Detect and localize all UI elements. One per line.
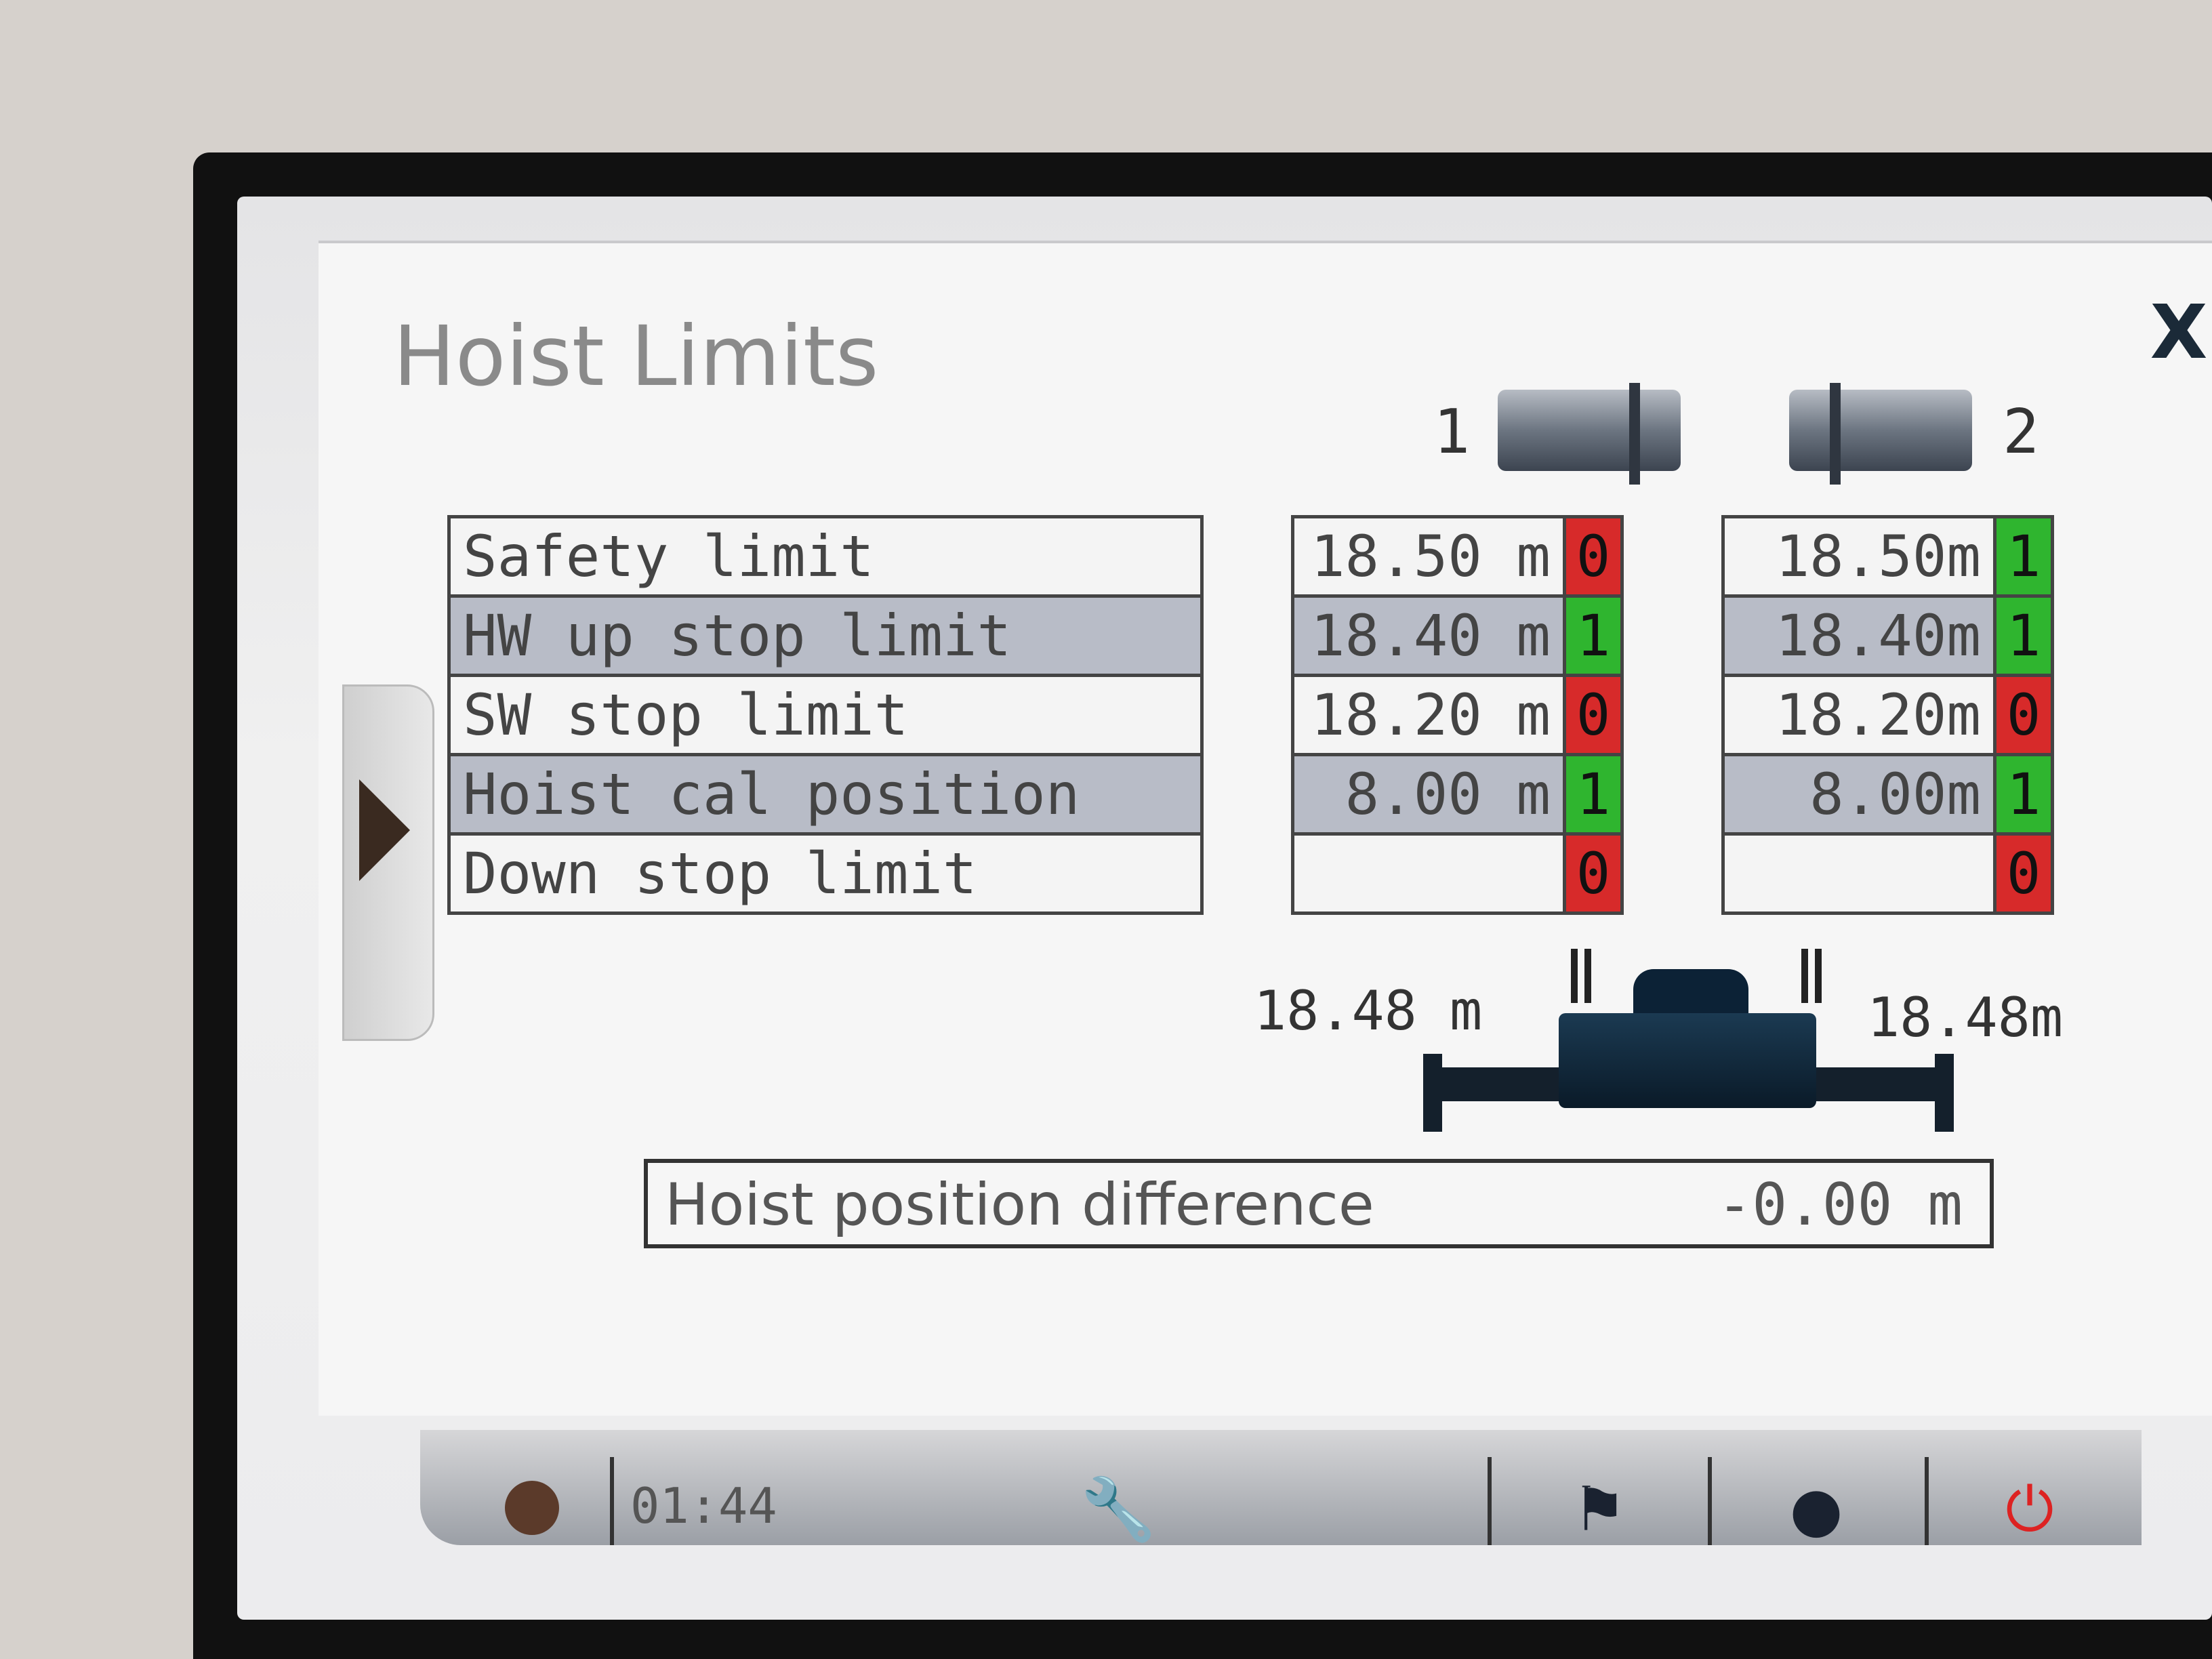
hoist-1-rope-marker [1584, 949, 1591, 1003]
limit-state: 1 [1563, 753, 1624, 836]
status-divider [1925, 1457, 1929, 1545]
user-icon[interactable]: ● [1776, 1474, 1857, 1545]
limit-name: Safety limit [447, 515, 1204, 598]
table-row: Down stop limit [447, 832, 1204, 915]
table-row: 0 [1721, 832, 2054, 915]
headblock-top [1633, 969, 1748, 1020]
power-icon[interactable]: ⏻ [1989, 1474, 2070, 1546]
wrench-icon[interactable]: 🔧 [1078, 1474, 1159, 1545]
limit-state: 1 [1563, 594, 1624, 677]
spreader-right-end [1935, 1054, 1954, 1132]
hoist-1-position: 18.48 m [1254, 979, 1483, 1042]
table-row: 18.20 m 0 [1291, 674, 1624, 756]
hoist-1-limits-table: 18.50 m 0 18.40 m 1 18.20 m 0 8.00 m 1 0 [1291, 515, 1624, 915]
hoist-1-label: 1 [1433, 396, 1471, 468]
limit-value: 18.40 m [1291, 594, 1566, 677]
limit-name: Hoist cal position [447, 753, 1204, 836]
limit-value: 18.50 m [1291, 515, 1566, 598]
limit-state: 1 [1993, 594, 2054, 677]
limit-value: 18.40m [1721, 594, 1996, 677]
page-title: Hoist Limits [393, 308, 879, 405]
limit-state: 0 [1563, 515, 1624, 598]
limit-value: 8.00m [1721, 753, 1996, 836]
limit-value: 18.20m [1721, 674, 1996, 756]
limit-state: 0 [1563, 674, 1624, 756]
table-row: Hoist cal position [447, 753, 1204, 836]
spreader-left-end [1423, 1054, 1442, 1132]
table-row: 18.40m 1 [1721, 594, 2054, 677]
status-divider [1708, 1457, 1712, 1545]
hoist-2-label: 2 [2003, 396, 2040, 468]
table-row: 18.50m 1 [1721, 515, 2054, 598]
hoist-1-drum-icon [1498, 383, 1681, 485]
limit-name: Down stop limit [447, 832, 1204, 915]
hoist-2-rope-marker [1815, 949, 1822, 1003]
table-row: 18.50 m 0 [1291, 515, 1624, 598]
table-row: 8.00m 1 [1721, 753, 2054, 836]
expand-arrow-icon[interactable] [359, 779, 410, 881]
hoist-2-drum-icon [1789, 383, 1972, 485]
hoist-1-rope-marker [1571, 949, 1578, 1003]
limit-value [1721, 832, 1996, 915]
difference-value: -0.00 m [1717, 1171, 1963, 1239]
limit-names-table: Safety limit HW up stop limit SW stop li… [447, 515, 1204, 915]
limit-value [1291, 832, 1566, 915]
status-indicator-icon [505, 1481, 559, 1535]
limit-state: 0 [1993, 832, 2054, 915]
limit-state: 0 [1563, 832, 1624, 915]
table-row: 8.00 m 1 [1291, 753, 1624, 836]
status-time: 01:44 [630, 1477, 777, 1534]
table-row: Safety limit [447, 515, 1204, 598]
spreader-icon [1559, 1013, 1816, 1108]
limit-value: 18.20 m [1291, 674, 1566, 756]
limit-state: 0 [1993, 674, 2054, 756]
close-button[interactable]: X [2148, 291, 2209, 373]
difference-label: Hoist position difference [665, 1171, 1374, 1239]
table-row: SW stop limit [447, 674, 1204, 756]
table-row: 0 [1291, 832, 1624, 915]
hoist-2-limits-table: 18.50m 1 18.40m 1 18.20m 0 8.00m 1 0 [1721, 515, 2054, 915]
limit-name: HW up stop limit [447, 594, 1204, 677]
status-divider [1488, 1457, 1492, 1545]
flag-icon[interactable]: ⚑ [1559, 1474, 1640, 1545]
limit-state: 1 [1993, 515, 2054, 598]
limit-name: SW stop limit [447, 674, 1204, 756]
hoist-position-difference: Hoist position difference -0.00 m [644, 1159, 1994, 1248]
hoist-2-rope-marker [1801, 949, 1808, 1003]
table-row: 18.20m 0 [1721, 674, 2054, 756]
limit-state: 1 [1993, 753, 2054, 836]
hoist-2-position: 18.48m [1867, 986, 2063, 1049]
limit-value: 8.00 m [1291, 753, 1566, 836]
table-row: HW up stop limit [447, 594, 1204, 677]
limit-value: 18.50m [1721, 515, 1996, 598]
table-row: 18.40 m 1 [1291, 594, 1624, 677]
status-divider [610, 1457, 614, 1545]
